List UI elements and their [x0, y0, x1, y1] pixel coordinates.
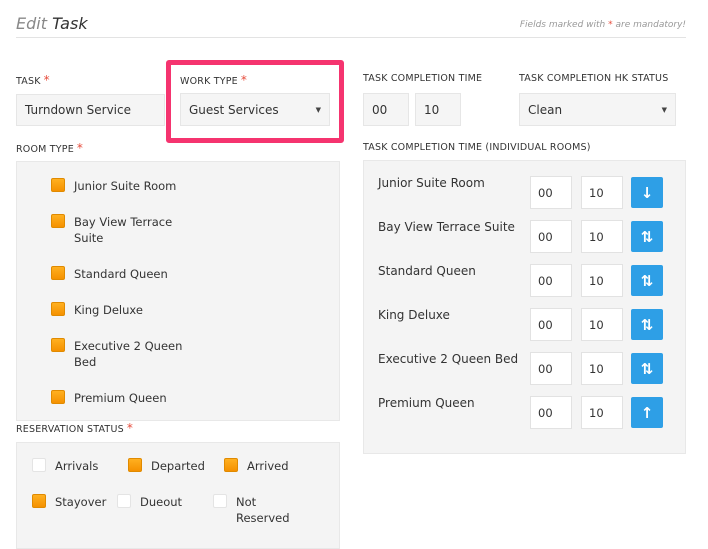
completion-hours-input[interactable]: 00 [363, 93, 409, 126]
title-prefix: Edit [16, 14, 47, 33]
sort-up-down-icon[interactable]: ⇅ [631, 265, 663, 296]
title-main: Task [52, 14, 88, 33]
required-star: * [126, 421, 134, 435]
minutes-input[interactable]: 10 [581, 264, 623, 297]
room-type-item-label: Executive 2 Queen Bed [74, 339, 183, 369]
task-value: Turndown Service [25, 103, 131, 117]
minutes-input[interactable]: 10 [581, 220, 623, 253]
room-type-item-label: Standard Queen [74, 267, 168, 281]
individual-row-name: Bay View Terrace Suite [378, 220, 515, 234]
sort-up-down-icon[interactable]: ⇅ [631, 353, 663, 384]
hours-input[interactable]: 00 [530, 176, 572, 209]
individual-row-name: Premium Queen [378, 396, 475, 410]
individual-row-name: Junior Suite Room [378, 176, 485, 190]
hours-input[interactable]: 00 [530, 396, 572, 429]
checkbox[interactable] [51, 266, 65, 280]
hours-input[interactable]: 00 [530, 352, 572, 385]
reservation-item-label: Arrived [247, 459, 289, 473]
checkbox[interactable] [117, 494, 131, 508]
room-type-label: ROOM TYPE * [16, 141, 83, 155]
room-type-item-label: Junior Suite Room [74, 179, 177, 193]
reservation-dueout[interactable]: Dueout [117, 494, 182, 510]
header-divider [16, 37, 686, 38]
completion-hours-value: 00 [372, 102, 388, 117]
checkbox[interactable] [51, 214, 65, 228]
checkbox[interactable] [224, 458, 238, 472]
room-type-item-label: King Deluxe [74, 303, 143, 317]
individual-row-name: King Deluxe [378, 308, 450, 322]
checkbox[interactable] [128, 458, 142, 472]
checkbox[interactable] [32, 494, 46, 508]
sort-up-icon[interactable]: ↑ [631, 397, 663, 428]
minutes-input[interactable]: 10 [581, 176, 623, 209]
hours-input[interactable]: 00 [530, 220, 572, 253]
sort-down-icon[interactable]: ↓ [631, 177, 663, 208]
hk-status-select[interactable]: Clean ▼ [519, 93, 676, 126]
hours-input[interactable]: 00 [530, 264, 572, 297]
individual-time-label: TASK COMPLETION TIME (INDIVIDUAL ROOMS) [363, 142, 591, 153]
reservation-departed[interactable]: Departed [128, 458, 205, 474]
page-title: Edit Task [16, 14, 88, 33]
reservation-not-reserved[interactable]: Not Reserved [213, 494, 296, 526]
reservation-item-label: Stayover [55, 495, 107, 509]
sort-up-down-icon[interactable]: ⇅ [631, 221, 663, 252]
room-type-list: Junior Suite Room Bay View Terrace Suite… [51, 178, 211, 414]
mandatory-note: Fields marked with * are mandatory! [520, 20, 686, 30]
room-type-item-label: Premium Queen [74, 391, 167, 405]
minutes-input[interactable]: 10 [581, 352, 623, 385]
caret-down-icon: ▼ [661, 105, 667, 114]
reservation-item-label: Arrivals [55, 459, 99, 473]
room-type-item[interactable]: King Deluxe [51, 302, 211, 338]
minutes-input[interactable]: 10 [581, 396, 623, 429]
reservation-item-label: Not Reserved [236, 495, 290, 525]
completion-minutes-value: 10 [424, 102, 440, 117]
hk-status-label: TASK COMPLETION HK STATUS [519, 73, 669, 84]
sort-up-down-icon[interactable]: ⇅ [631, 309, 663, 340]
mandatory-suffix: are mandatory! [615, 20, 687, 30]
required-star: * [76, 141, 84, 155]
task-label: TASK * [16, 73, 50, 87]
highlight-box [166, 60, 344, 143]
room-type-item-label: Bay View Terrace Suite [74, 215, 173, 245]
room-type-item[interactable]: Premium Queen [51, 390, 211, 414]
completion-time-label: TASK COMPLETION TIME [363, 73, 483, 84]
checkbox[interactable] [51, 302, 65, 316]
room-type-item[interactable]: Standard Queen [51, 266, 211, 302]
hk-status-value: Clean [528, 102, 563, 117]
reservation-stayover[interactable]: Stayover [32, 494, 106, 510]
room-type-item[interactable]: Bay View Terrace Suite [51, 214, 211, 266]
room-type-label-text: ROOM TYPE [16, 144, 74, 155]
minutes-input[interactable]: 10 [581, 308, 623, 341]
required-star: * [43, 73, 50, 87]
task-input[interactable]: Turndown Service [16, 94, 165, 126]
checkbox[interactable] [51, 338, 65, 352]
checkbox[interactable] [32, 458, 46, 472]
reservation-item-label: Departed [151, 459, 205, 473]
reservation-arrivals[interactable]: Arrivals [32, 458, 98, 474]
mandatory-star: * [608, 20, 613, 30]
room-type-item[interactable]: Junior Suite Room [51, 178, 211, 214]
reservation-status-label: RESERVATION STATUS * [16, 421, 133, 435]
checkbox[interactable] [51, 390, 65, 404]
mandatory-prefix: Fields marked with [519, 20, 606, 30]
reservation-item-label: Dueout [140, 495, 183, 509]
individual-row-name: Standard Queen [378, 264, 476, 278]
checkbox[interactable] [213, 494, 227, 508]
completion-minutes-input[interactable]: 10 [415, 93, 461, 126]
reservation-arrived[interactable]: Arrived [224, 458, 289, 474]
task-label-text: TASK [16, 76, 41, 87]
room-type-item[interactable]: Executive 2 Queen Bed [51, 338, 211, 390]
individual-row-name: Executive 2 Queen Bed [378, 352, 519, 366]
reservation-status-label-text: RESERVATION STATUS [16, 424, 124, 435]
checkbox[interactable] [51, 178, 65, 192]
hours-input[interactable]: 00 [530, 308, 572, 341]
